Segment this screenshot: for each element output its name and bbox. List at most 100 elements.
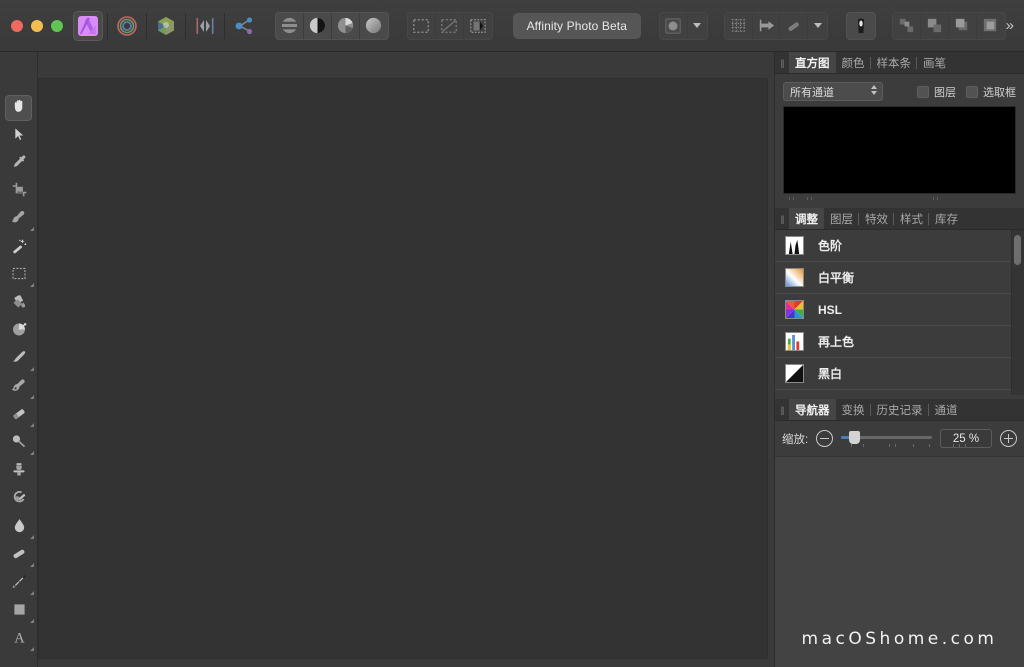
smudge-tool[interactable] [0,542,38,570]
adjustments-list: 色阶 白平衡 [775,230,1024,395]
crop-tool[interactable] [0,178,38,206]
zoom-window-button[interactable] [51,20,63,32]
panel-grip-icon[interactable]: || [775,399,789,420]
mirror-view-icon[interactable] [304,13,332,39]
channel-select[interactable]: 所有通道 [783,82,883,101]
tab-transform[interactable]: 变换 [836,399,871,420]
tab-adjustments[interactable]: 调整 [789,208,824,229]
hand-tool[interactable] [0,94,38,122]
tab-brushes[interactable]: 画笔 [917,52,952,73]
tab-stock[interactable]: 库存 [929,208,964,229]
marquee-icon [10,265,28,287]
dodge-burn-tool[interactable] [0,430,38,458]
paint-bucket-tool[interactable] [0,290,38,318]
tab-channels[interactable]: 通道 [929,399,964,420]
panel-grip-icon[interactable]: || [775,208,789,229]
tone-mapping-persona-icon[interactable] [190,11,220,41]
eraser-snap-icon[interactable] [780,13,808,39]
color-picker-tool[interactable] [0,150,38,178]
list-item-label: 白平衡 [818,269,854,286]
chevron-down-icon [693,23,701,28]
refine-selection-icon[interactable] [464,13,492,39]
export-persona-icon[interactable] [229,11,259,41]
stepper-icon [871,85,877,95]
chevron-down-icon [814,23,822,28]
grid-snapping-icon[interactable] [725,13,753,39]
tab-layers[interactable]: 图层 [824,208,859,229]
assistant-group [846,12,876,40]
pixel-brush-tool[interactable] [0,374,38,402]
magic-wand-tool[interactable] [0,234,38,262]
adjustments-scrollbar[interactable] [1011,230,1024,395]
paint-bucket-icon [10,293,28,315]
list-item[interactable]: HSL [775,294,1024,326]
affinity-photo-icon[interactable] [73,11,103,41]
paint-brush-tool[interactable] [0,346,38,374]
split-view-icon[interactable] [276,13,304,39]
histogram-ticks [783,195,1016,204]
minimize-window-button[interactable] [31,20,43,32]
navigator-panel-body: 缩放: 25 % [775,421,1024,456]
tab-channels-label: 通道 [935,402,958,418]
recolour-adjustment-icon [785,332,804,351]
channel-select-value: 所有通道 [790,84,834,100]
view-mode-group [275,12,389,40]
eraser-tool[interactable] [0,402,38,430]
blend-mode-dropdown[interactable] [688,13,707,39]
rectangle-tool[interactable] [0,598,38,626]
tab-history[interactable]: 历史记录 [871,399,929,420]
list-item[interactable]: 色阶 [775,230,1024,262]
develop-persona-icon[interactable] [112,11,142,41]
zoom-slider[interactable] [841,430,932,447]
tab-layers-label: 图层 [830,211,853,227]
arrange-behind-icon[interactable] [921,13,949,39]
close-window-button[interactable] [11,20,23,32]
blend-mode-icon[interactable] [660,13,688,39]
snapping-dropdown[interactable] [808,13,827,39]
text-tool[interactable]: A [0,626,38,654]
pen-tool[interactable] [0,570,38,598]
list-item[interactable]: 黑白 [775,358,1024,390]
checkbox-layer[interactable]: 图层 [917,84,956,100]
assistant-icon[interactable] [847,13,875,39]
move-tool-icon[interactable] [753,13,781,39]
tab-effects[interactable]: 特效 [859,208,894,229]
clone-stamp-tool[interactable] [0,458,38,486]
text-icon: A [11,629,28,651]
plus-circle-icon[interactable] [1000,430,1017,447]
checkbox-selection[interactable]: 选取框 [966,84,1016,100]
blur-tool[interactable] [0,514,38,542]
canvas[interactable] [38,78,768,659]
persona-label[interactable]: Affinity Photo Beta [513,13,641,39]
arrange-group-icon[interactable] [977,13,1005,39]
navigator-preview[interactable]: macOShome.com [775,456,1024,667]
pen-nib-icon [10,573,28,595]
right-panel-stack: || 直方图 颜色 样本条 画笔 所有通道 图层 选取 [774,52,1024,667]
adjustments-scroll-thumb[interactable] [1014,235,1021,265]
histogram-graph[interactable] [783,106,1016,194]
tab-colour[interactable]: 颜色 [836,52,871,73]
black-and-white-adjustment-icon [785,364,804,383]
arrange-scatter-icon[interactable] [893,13,921,39]
marquee-tool[interactable] [0,262,38,290]
deselect-icon[interactable] [436,13,464,39]
toolbar-overflow-button[interactable]: » [1006,17,1014,34]
before-after-icon[interactable] [332,13,360,39]
document-area [38,52,774,667]
single-view-icon[interactable] [360,13,388,39]
tab-styles[interactable]: 样式 [894,208,929,229]
gradient-tool[interactable] [0,318,38,346]
arrange-front-icon[interactable] [949,13,977,39]
tab-navigator[interactable]: 导航器 [789,399,836,420]
marquee-select-icon[interactable] [408,13,436,39]
list-item[interactable]: 白平衡 [775,262,1024,294]
tab-swatches[interactable]: 样本条 [871,52,918,73]
move-tool[interactable] [0,122,38,150]
list-item[interactable]: 再上色 [775,326,1024,358]
selection-brush-tool[interactable] [0,206,38,234]
minus-circle-icon[interactable] [816,430,833,447]
tab-histogram[interactable]: 直方图 [789,52,836,73]
inpainting-tool[interactable] [0,486,38,514]
liquify-persona-icon[interactable] [151,11,181,41]
panel-grip-icon[interactable]: || [775,52,789,73]
